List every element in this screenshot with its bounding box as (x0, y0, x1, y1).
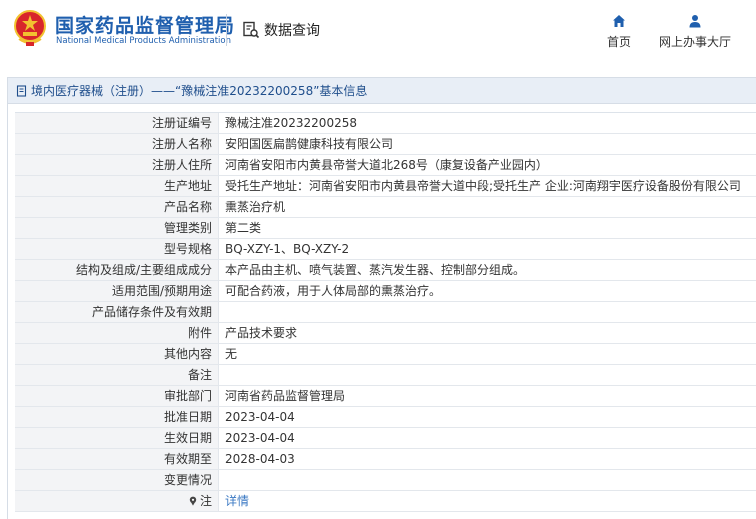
field-value: 第二类 (218, 218, 756, 238)
field-value: 2023-04-04 (218, 407, 756, 427)
field-label: 附件 (15, 323, 218, 343)
brand-name-cn: 国家药品监督管理局 (55, 15, 236, 37)
field-value (218, 365, 756, 385)
field-label: 批准日期 (15, 407, 218, 427)
field-value: 受托生产地址：河南省安阳市内黄县帝誉大道中段;受托生产 企业:河南翔宇医疗设备股… (218, 176, 756, 196)
national-emblem-icon (14, 10, 46, 46)
field-value: 2023-04-04 (218, 428, 756, 448)
table-row: 适用范围/预期用途 可配合药液，用于人体局部的熏蒸治疗。 (15, 281, 756, 302)
field-value: 安阳国医扁鹊健康科技有限公司 (218, 134, 756, 154)
field-label: 结构及组成/主要组成成分 (15, 260, 218, 280)
table-row: 批准日期 2023-04-04 (15, 407, 756, 428)
table-row: 审批部门 河南省药品监督管理局 (15, 386, 756, 407)
note-label: 注 (15, 491, 218, 511)
table-row: 型号规格 BQ-XZY-1、BQ-XZY-2 (15, 239, 756, 260)
field-value: 2028-04-03 (218, 449, 756, 469)
field-label: 有效期至 (15, 449, 218, 469)
field-value: 豫械注准20232200258 (218, 113, 756, 133)
field-value (218, 302, 756, 322)
field-label: 注册证编号 (15, 113, 218, 133)
field-value: 熏蒸治疗机 (218, 197, 756, 217)
nav-online-service-hall-label: 网上办事大厅 (658, 35, 731, 49)
field-label: 生效日期 (15, 428, 218, 448)
field-label: 审批部门 (15, 386, 218, 406)
nav-home-label: 首页 (606, 35, 631, 49)
table-row: 注册人住所 河南省安阳市内黄县帝誉大道北268号（康复设备产业园内） (15, 155, 756, 176)
note-row: 注 详情 (15, 491, 756, 512)
field-label: 管理类别 (15, 218, 218, 238)
home-icon (613, 15, 625, 27)
detail-title: 境内医疗器械（注册）——“豫械注准20232200258”基本信息 (31, 84, 368, 98)
field-label: 变更情况 (15, 470, 218, 490)
header-divider (226, 14, 227, 46)
pin-icon (189, 496, 197, 506)
table-row: 结构及组成/主要组成成分 本产品由主机、喷气装置、蒸汽发生器、控制部分组成。 (15, 260, 756, 281)
field-value: 河南省药品监督管理局 (218, 386, 756, 406)
field-label: 注册人住所 (15, 155, 218, 175)
nav-home[interactable]: 首页 (602, 14, 636, 50)
field-value: 河南省安阳市内黄县帝誉大道北268号（康复设备产业园内） (218, 155, 756, 175)
data-query-label: 数据查询 (264, 23, 320, 39)
nav-online-service-hall[interactable]: 网上办事大厅 (655, 14, 735, 50)
field-value: 本产品由主机、喷气装置、蒸汽发生器、控制部分组成。 (218, 260, 756, 280)
note-label-text: 注 (199, 494, 212, 508)
user-icon (689, 15, 701, 28)
table-row: 备注 (15, 365, 756, 386)
details-link[interactable]: 详情 (218, 491, 756, 511)
field-value (218, 470, 756, 490)
table-row: 生产地址 受托生产地址：河南省安阳市内黄县帝誉大道中段;受托生产 企业:河南翔宇医… (15, 176, 756, 197)
field-value: 产品技术要求 (218, 323, 756, 343)
table-row: 变更情况 (15, 470, 756, 491)
site-header: 国家药品监督管理局 National Medical Products Admi… (0, 0, 756, 66)
table-row: 有效期至 2028-04-03 (15, 449, 756, 470)
table-row: 生效日期 2023-04-04 (15, 428, 756, 449)
table-row: 附件 产品技术要求 (15, 323, 756, 344)
document-search-icon (243, 21, 260, 39)
table-row: 注册证编号 豫械注准20232200258 (15, 113, 756, 134)
field-label: 产品名称 (15, 197, 218, 217)
detail-panel: 境内医疗器械（注册）——“豫械注准20232200258”基本信息 注册证编号豫… (7, 77, 756, 519)
field-label: 产品储存条件及有效期 (15, 302, 218, 322)
field-value: 无 (218, 344, 756, 364)
field-label: 适用范围/预期用途 (15, 281, 218, 301)
detail-table: 注册证编号 豫械注准20232200258 注册人名称 安阳国医扁鹊健康科技有限公司… (15, 112, 756, 512)
table-row: 其他内容无 (15, 344, 756, 365)
table-row: 注册人名称 安阳国医扁鹊健康科技有限公司 (15, 134, 756, 155)
document-icon (16, 84, 27, 97)
field-value: BQ-XZY-1、BQ-XZY-2 (218, 239, 756, 259)
brand-name-en: National Medical Products Administration (56, 36, 231, 46)
table-row: 管理类别 第二类 (15, 218, 756, 239)
field-label: 备注 (15, 365, 218, 385)
field-label: 型号规格 (15, 239, 218, 259)
field-label: 注册人名称 (15, 134, 218, 154)
field-value: 可配合药液，用于人体局部的熏蒸治疗。 (218, 281, 756, 301)
field-label: 生产地址 (15, 176, 218, 196)
table-row: 产品名称 熏蒸治疗机 (15, 197, 756, 218)
data-query-link[interactable]: 数据查询 (242, 20, 320, 40)
table-row: 产品储存条件及有效期 (15, 302, 756, 323)
field-label: 其他内容 (15, 344, 218, 364)
detail-title-bar: 境内医疗器械（注册）——“豫械注准20232200258”基本信息 (8, 78, 756, 104)
